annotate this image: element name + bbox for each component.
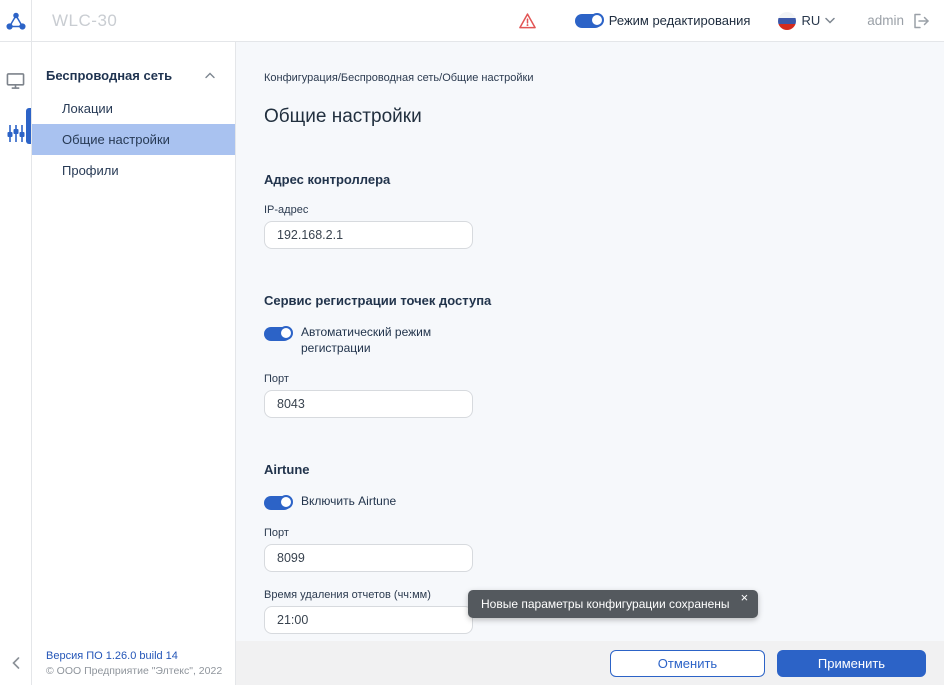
alerts-indicator[interactable]: [518, 12, 537, 30]
sidebar-footer: Версия ПО 1.26.0 build 14 © ООО Предприя…: [46, 650, 222, 677]
field-label: IP-адрес: [264, 204, 309, 216]
auto-registration-control: Автоматический режим регистрации: [264, 324, 944, 356]
rail-item-monitoring[interactable]: [0, 64, 32, 98]
main-content: Конфигурация/Беспроводная сеть/Общие нас…: [236, 42, 944, 685]
toggle-label: Включить Airtune: [301, 494, 397, 509]
sidebar-item-general-settings[interactable]: Общие настройки: [32, 124, 235, 155]
cancel-button[interactable]: Отменить: [610, 649, 765, 677]
sidebar-item-locations[interactable]: Локации: [32, 93, 235, 124]
firmware-version-link[interactable]: Версия ПО 1.26.0 build 14: [46, 650, 222, 662]
toast-close-icon[interactable]: ×: [741, 591, 749, 605]
toggle-label: Автоматический режим регистрации: [301, 325, 432, 356]
breadcrumb: Конфигурация/Беспроводная сеть/Общие нас…: [264, 72, 534, 84]
chevron-down-icon: [825, 17, 835, 24]
airtune-toggle[interactable]: [264, 495, 293, 511]
user-menu: admin: [867, 13, 930, 29]
page-title: Общие настройки: [264, 106, 422, 127]
airtune-port-input[interactable]: [264, 544, 473, 573]
field-airtune-port: Порт: [264, 527, 944, 573]
icon-rail: [0, 42, 32, 685]
field-ip-address: IP-адрес: [264, 204, 944, 249]
auto-registration-toggle[interactable]: [264, 326, 293, 341]
sliders-icon: [7, 124, 25, 143]
field-label: Порт: [264, 373, 289, 386]
sidebar-collapse-button[interactable]: [0, 651, 32, 675]
flag-russia-icon: [778, 11, 797, 30]
edit-mode-toggle[interactable]: [574, 12, 604, 28]
body-row: Беспроводная сеть Локации Общие настройк…: [0, 42, 944, 685]
field-registration-port: Порт: [264, 373, 944, 419]
username: admin: [867, 13, 904, 28]
app-title: WLC-30: [52, 10, 118, 30]
edit-mode-label: Режим редактирования: [608, 13, 751, 28]
section-title: Airtune: [264, 462, 310, 478]
monitor-icon: [6, 72, 25, 90]
nav-group-label: Беспроводная сеть: [46, 68, 173, 83]
field-label: Порт: [264, 527, 289, 540]
warning-triangle-icon: [518, 12, 537, 30]
toast-notification: Новые параметры конфигурации сохранены ×: [468, 590, 759, 618]
language-selector[interactable]: RU: [778, 11, 835, 30]
edit-mode-control: Режим редактирования: [574, 12, 751, 28]
language-code: RU: [801, 13, 821, 28]
registration-port-input[interactable]: [264, 390, 473, 419]
wlc-app-window: WLC-30 Режим редактирования RU admin Бес…: [0, 0, 944, 685]
network-nodes-icon: [5, 10, 27, 32]
logout-icon[interactable]: [912, 13, 930, 29]
rail-active-indicator: [26, 108, 31, 144]
top-header: WLC-30 Режим редактирования RU admin: [0, 0, 944, 42]
chevron-up-icon: [205, 72, 215, 79]
apply-button[interactable]: Применить: [777, 649, 926, 677]
copyright-text: © ООО Предприятие "Элтекс", 2022: [46, 665, 223, 677]
header-right-cluster: Режим редактирования RU admin: [518, 0, 944, 41]
action-bar: Отменить Применить: [236, 641, 944, 685]
airtune-enable-control: Включить Airtune: [264, 493, 944, 511]
app-logo[interactable]: [0, 0, 32, 41]
sidebar: Беспроводная сеть Локации Общие настройк…: [32, 42, 236, 685]
section-controller-address: Адрес контроллера IP-адрес: [264, 172, 944, 249]
nav-group-wireless[interactable]: Беспроводная сеть: [32, 42, 235, 93]
report-deletion-time-input[interactable]: [264, 606, 473, 635]
section-registration-service: Сервис регистрации точек доступа Автомат…: [264, 293, 944, 419]
sidebar-item-profiles[interactable]: Профили: [32, 155, 235, 186]
chevron-left-icon: [12, 657, 20, 669]
toast-message: Новые параметры конфигурации сохранены: [481, 597, 730, 611]
section-title: Сервис регистрации точек доступа: [264, 293, 492, 308]
ip-address-input[interactable]: [264, 221, 473, 249]
content-scroll-area: Конфигурация/Беспроводная сеть/Общие нас…: [236, 42, 944, 641]
section-title: Адрес контроллера: [264, 172, 391, 187]
